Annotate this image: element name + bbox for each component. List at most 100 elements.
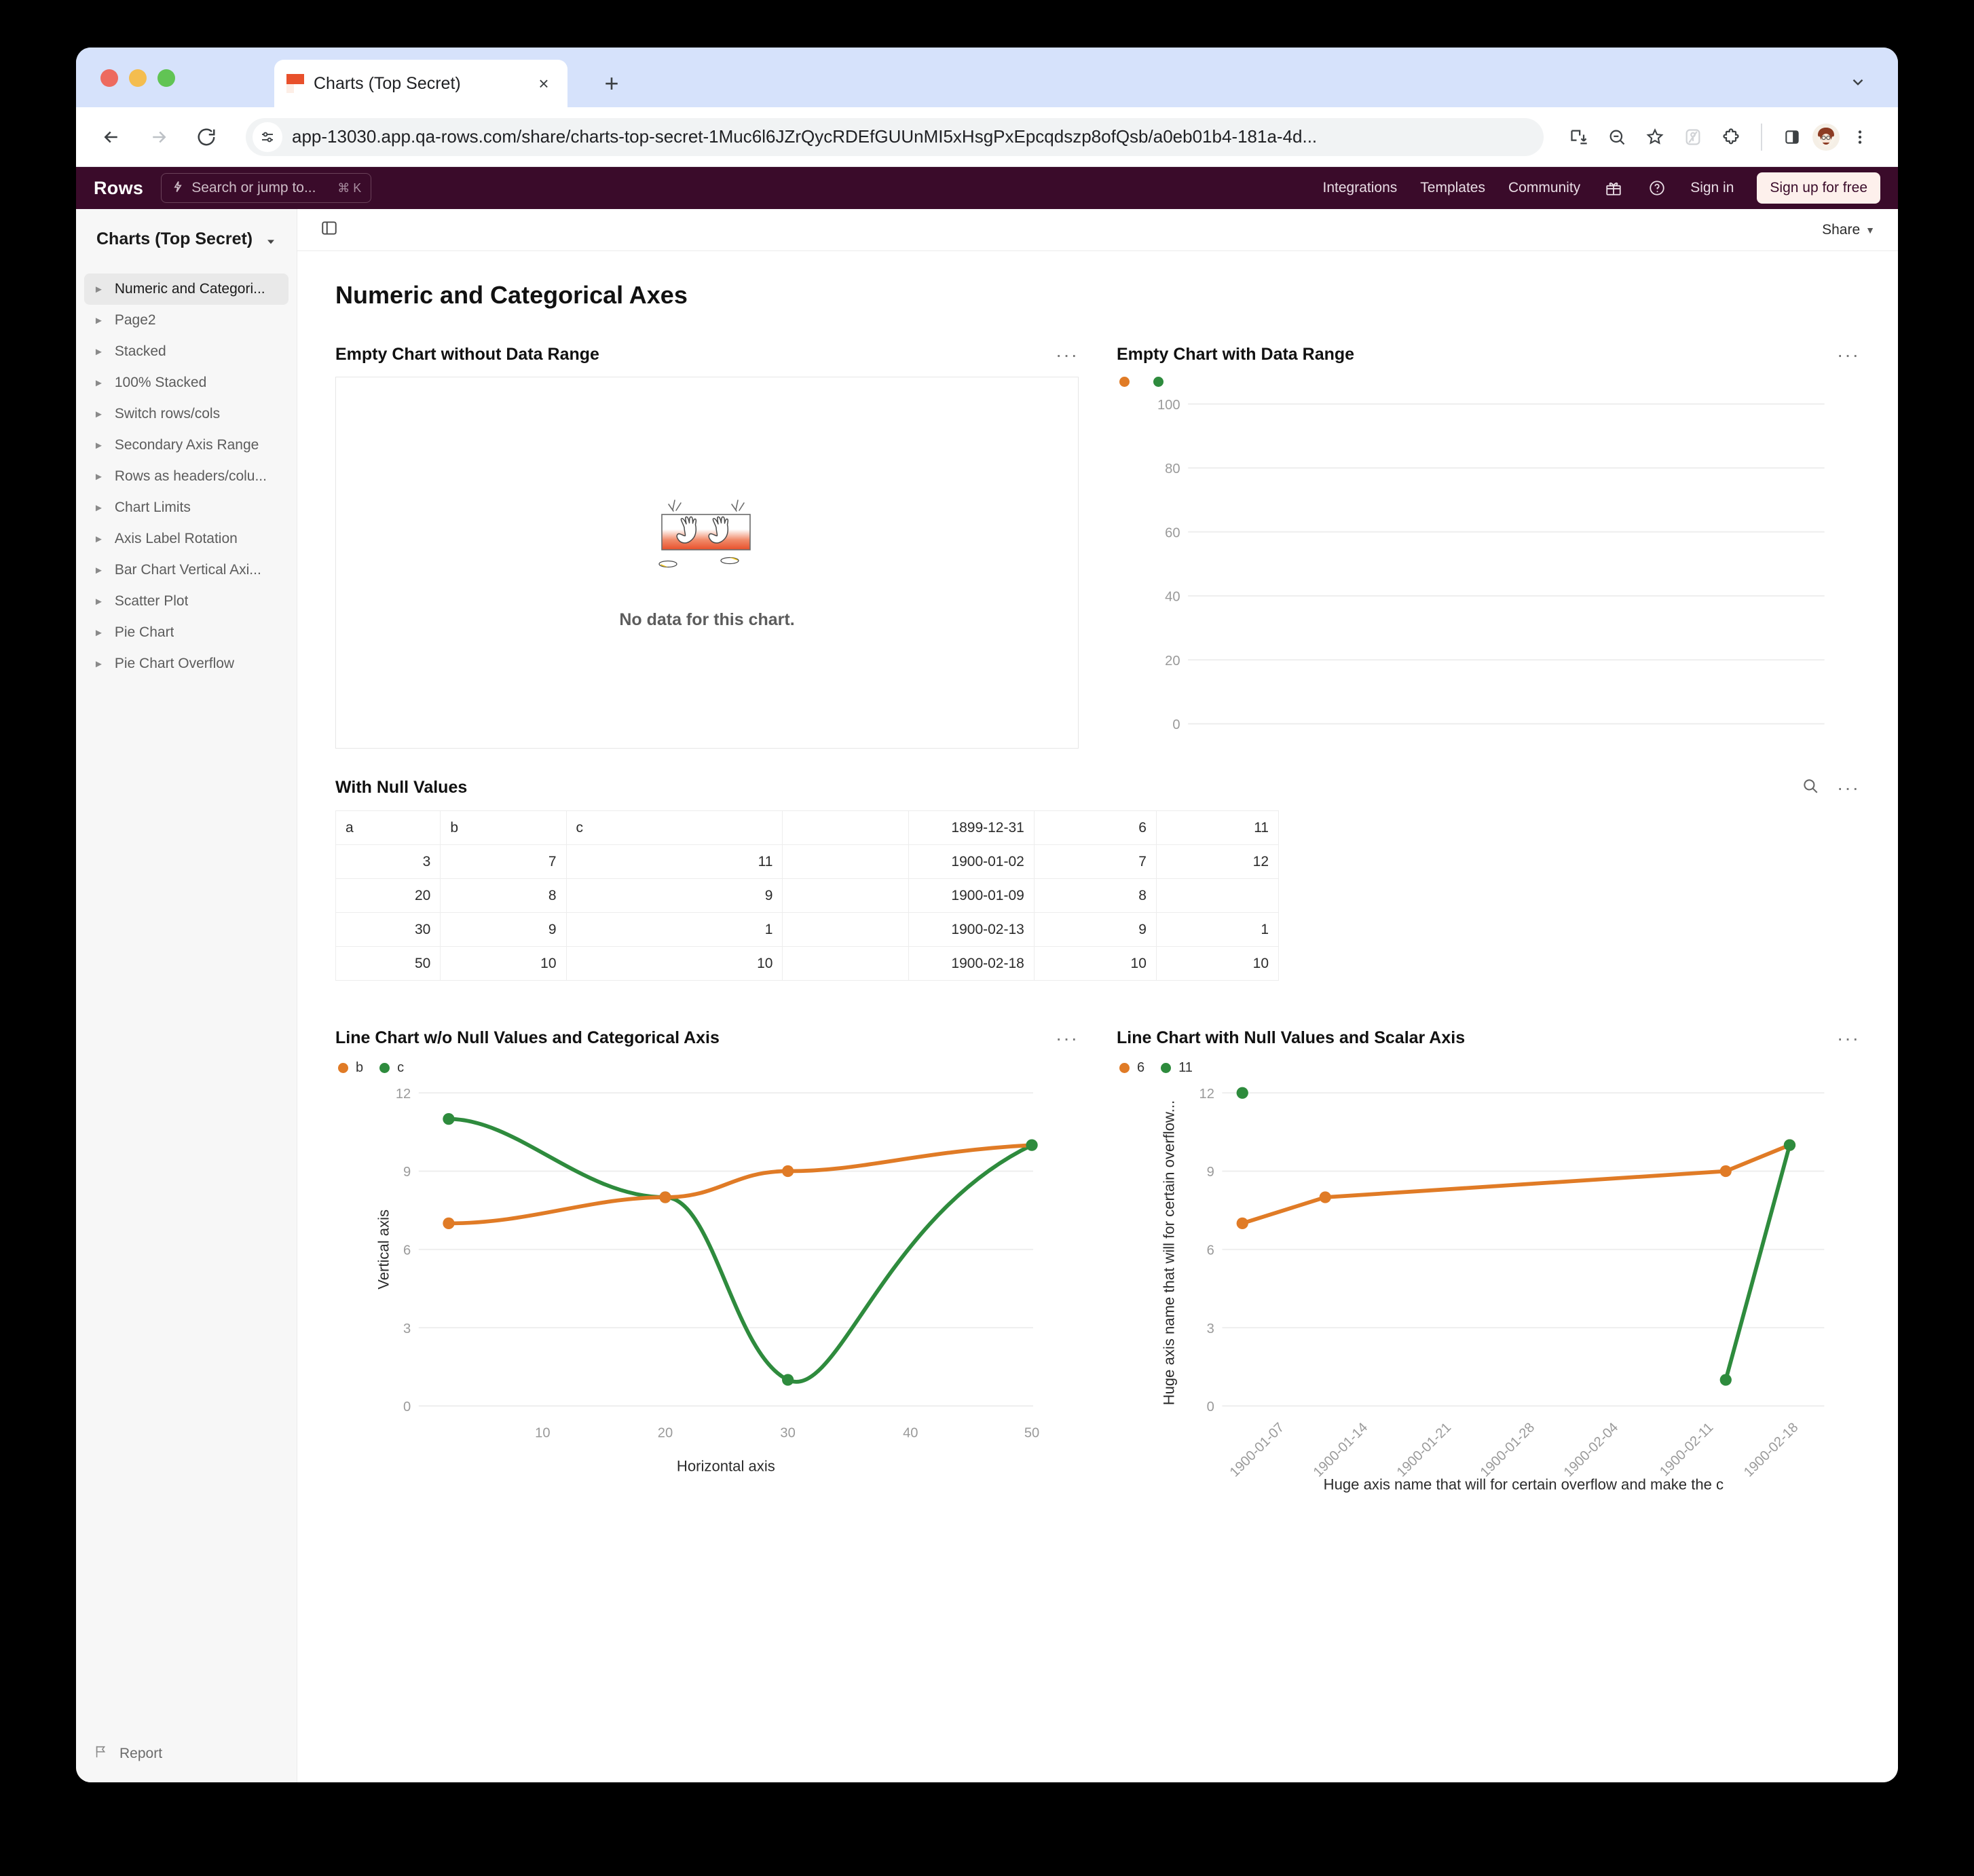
table-row[interactable]: 20 8 9 1900-01-09 8: [335, 878, 1280, 913]
browser-tab[interactable]: Charts (Top Secret) ×: [274, 60, 567, 107]
table-search-icon[interactable]: [1802, 777, 1819, 798]
chevron-right-icon[interactable]: ►: [94, 565, 104, 576]
sign-up-button[interactable]: Sign up for free: [1757, 172, 1880, 204]
chevron-right-icon[interactable]: ►: [94, 472, 104, 482]
bookmark-star-icon[interactable]: [1637, 119, 1673, 155]
back-icon[interactable]: [96, 122, 126, 152]
new-tab-button[interactable]: +: [597, 69, 626, 98]
report-link[interactable]: Report: [76, 1731, 297, 1782]
cell[interactable]: 10: [1033, 946, 1157, 981]
chevron-right-icon[interactable]: ►: [94, 440, 104, 451]
chevron-right-icon[interactable]: ►: [94, 628, 104, 638]
tab-list-chevron-down-icon[interactable]: [1844, 68, 1872, 96]
sidebar-item-scatter-plot[interactable]: ► Scatter Plot: [84, 586, 288, 617]
nav-integrations[interactable]: Integrations: [1323, 180, 1398, 196]
help-icon[interactable]: [1647, 178, 1667, 198]
cell[interactable]: 9: [565, 878, 783, 913]
chevron-right-icon[interactable]: ►: [94, 378, 104, 388]
close-tab-icon[interactable]: ×: [532, 72, 555, 95]
widget-menu-icon[interactable]: ···: [1056, 1028, 1079, 1047]
rows-logo[interactable]: Rows: [94, 178, 143, 199]
cell[interactable]: 7: [440, 844, 567, 879]
share-button[interactable]: Share ▼: [1822, 222, 1875, 238]
cell[interactable]: [782, 810, 909, 845]
reload-icon[interactable]: [191, 122, 221, 152]
legend-item[interactable]: c: [379, 1060, 404, 1076]
forward-icon[interactable]: [144, 122, 174, 152]
side-panel-icon[interactable]: [1774, 119, 1810, 155]
widget-menu-icon[interactable]: ···: [1837, 778, 1860, 797]
nav-community[interactable]: Community: [1508, 180, 1580, 196]
site-settings-icon[interactable]: [253, 121, 282, 152]
cell[interactable]: 10: [440, 946, 567, 981]
cell[interactable]: 8: [1033, 878, 1157, 913]
close-window-button[interactable]: [100, 69, 118, 87]
minimize-window-button[interactable]: [129, 69, 147, 87]
chevron-right-icon[interactable]: ►: [94, 503, 104, 513]
sidebar-item-rows-as-headers[interactable]: ► Rows as headers/colu...: [84, 461, 288, 492]
cell[interactable]: 11: [565, 844, 783, 879]
cell[interactable]: 1: [1155, 912, 1280, 947]
cell[interactable]: 1899-12-31: [908, 810, 1035, 845]
document-menu-chevron-down-icon[interactable]: [264, 232, 278, 255]
cell[interactable]: [782, 844, 909, 879]
table-row[interactable]: 30 9 1 1900-02-13 9 1: [335, 912, 1280, 947]
cell[interactable]: 1: [565, 912, 783, 947]
cell[interactable]: 1900-02-13: [908, 912, 1035, 947]
cell[interactable]: [1155, 878, 1280, 913]
cell[interactable]: [782, 912, 909, 947]
cell[interactable]: 6: [1033, 810, 1157, 845]
legend-item[interactable]: 11: [1161, 1060, 1193, 1076]
cell[interactable]: 11: [1155, 810, 1280, 845]
chevron-right-icon[interactable]: ►: [94, 659, 104, 669]
sidebar-item-stacked[interactable]: ► Stacked: [84, 336, 288, 367]
sidebar-item-axis-label-rotation[interactable]: ► Axis Label Rotation: [84, 523, 288, 555]
cell[interactable]: 9: [440, 912, 567, 947]
widget-menu-icon[interactable]: ···: [1837, 345, 1860, 364]
cell[interactable]: 30: [335, 912, 441, 947]
sidebar-item-secondary-axis-range[interactable]: ► Secondary Axis Range: [84, 430, 288, 461]
cell[interactable]: 10: [1155, 946, 1280, 981]
chevron-right-icon[interactable]: ►: [94, 284, 104, 295]
nav-templates[interactable]: Templates: [1420, 180, 1485, 196]
search-input[interactable]: Search or jump to... ⌘ K: [161, 173, 372, 203]
cell[interactable]: b: [440, 810, 567, 845]
cell[interactable]: 1900-01-02: [908, 844, 1035, 879]
cell[interactable]: 1900-02-18: [908, 946, 1035, 981]
cell[interactable]: 12: [1155, 844, 1280, 879]
chevron-right-icon[interactable]: ►: [94, 347, 104, 357]
chevron-right-icon[interactable]: ►: [94, 316, 104, 326]
chevron-right-icon[interactable]: ►: [94, 409, 104, 419]
cell[interactable]: 10: [565, 946, 783, 981]
sidebar-item-chart-limits[interactable]: ► Chart Limits: [84, 492, 288, 523]
document-title[interactable]: Charts (Top Secret): [76, 209, 297, 257]
widget-menu-icon[interactable]: ···: [1837, 1028, 1860, 1047]
address-bar[interactable]: app-13030.app.qa-rows.com/share/charts-t…: [246, 117, 1544, 156]
window-controls[interactable]: [100, 69, 175, 87]
cell[interactable]: 20: [335, 878, 441, 913]
toggle-sidebar-icon[interactable]: [320, 219, 338, 240]
sidebar-item-pie-chart[interactable]: ► Pie Chart: [84, 617, 288, 648]
sign-in-link[interactable]: Sign in: [1690, 180, 1734, 196]
zoom-out-icon[interactable]: [1599, 119, 1635, 155]
legend-item[interactable]: [1119, 377, 1137, 387]
table-row[interactable]: 3 7 11 1900-01-02 7 12: [335, 844, 1280, 879]
maximize-window-button[interactable]: [157, 69, 175, 87]
sidebar-item-100-stacked[interactable]: ► 100% Stacked: [84, 367, 288, 398]
cell[interactable]: a: [335, 810, 441, 845]
legend-item[interactable]: b: [338, 1060, 363, 1076]
gift-icon[interactable]: [1603, 178, 1624, 198]
chevron-right-icon[interactable]: ►: [94, 534, 104, 544]
chevron-right-icon[interactable]: ►: [94, 597, 104, 607]
cell[interactable]: c: [565, 810, 783, 845]
cell[interactable]: 8: [440, 878, 567, 913]
password-manager-icon[interactable]: [1675, 119, 1711, 155]
sidebar-item-switch-rows-cols[interactable]: ► Switch rows/cols: [84, 398, 288, 430]
browser-menu-icon[interactable]: [1842, 119, 1878, 155]
cell[interactable]: 50: [335, 946, 441, 981]
legend-item[interactable]: 6: [1119, 1060, 1144, 1076]
widget-menu-icon[interactable]: ···: [1056, 345, 1079, 364]
cell[interactable]: 7: [1033, 844, 1157, 879]
cell[interactable]: [782, 946, 909, 981]
cell[interactable]: 3: [335, 844, 441, 879]
